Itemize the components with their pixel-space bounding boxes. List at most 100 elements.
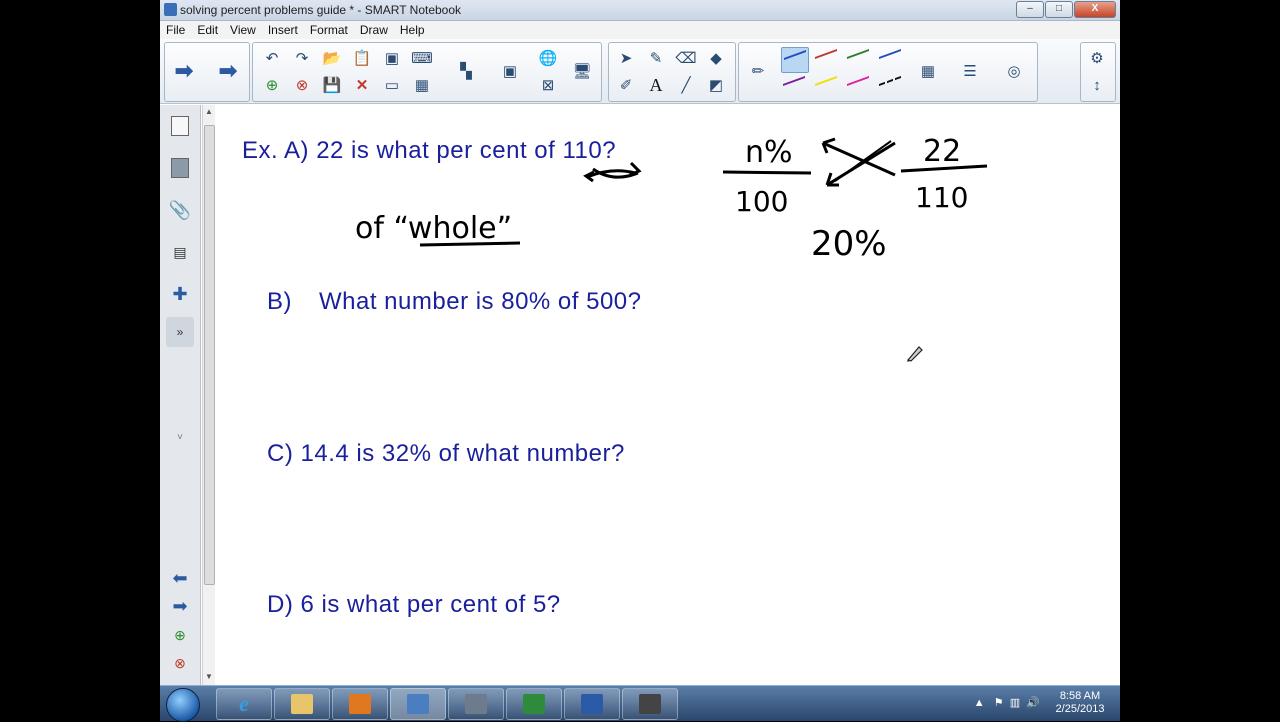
- pen-style-3[interactable]: [845, 47, 871, 71]
- app-icon: [164, 3, 177, 16]
- customize-toolbar-button[interactable]: ⚙: [1084, 46, 1110, 70]
- collapse-handle[interactable]: ˅: [166, 430, 194, 444]
- pen-style-1[interactable]: [781, 47, 809, 73]
- forward-button[interactable]: ➡: [215, 58, 241, 83]
- menu-file[interactable]: File: [160, 21, 191, 37]
- line-tool[interactable]: ╱: [673, 73, 699, 97]
- pen-cursor-icon: [906, 346, 923, 362]
- numerator-left: n%: [745, 135, 793, 170]
- properties-tab[interactable]: ▤: [166, 237, 194, 267]
- taskbar-notebook-tools[interactable]: [448, 688, 504, 720]
- menu-edit[interactable]: Edit: [191, 21, 224, 37]
- color-palette-button[interactable]: ▦: [915, 59, 941, 83]
- expand-sidebar-button[interactable]: »: [166, 317, 194, 347]
- add-page-side-icon: ⊕: [174, 626, 186, 643]
- gallery-tab[interactable]: [166, 153, 194, 183]
- table-icon: ▦: [414, 77, 430, 94]
- move-toolbar-button[interactable]: ↕: [1084, 73, 1110, 97]
- document-camera-button[interactable]: ▚: [453, 59, 479, 83]
- delete-page-button[interactable]: ⊗: [289, 73, 315, 97]
- pen-style-6[interactable]: [813, 74, 839, 98]
- redo-button[interactable]: ↷: [289, 46, 315, 70]
- keyboard-button[interactable]: ⌨: [409, 46, 435, 70]
- toolbar: ➡ ➡ ↶ ↷ 📂 📋 ▣ ⌨ ⊕ ⊗ 💾 ✕ ▭ ▦ ▚ ▣ 🌐 ⊠ 🖥 ➤ …: [160, 39, 1120, 104]
- menu-insert[interactable]: Insert: [262, 21, 304, 37]
- capture-toolbar-button[interactable]: ▣: [497, 59, 523, 83]
- window-controls: – □ X: [1015, 1, 1116, 18]
- action-center-icon[interactable]: ⚑: [994, 697, 1004, 709]
- menu-draw[interactable]: Draw: [354, 21, 394, 37]
- next-page-button[interactable]: ➡: [166, 595, 194, 617]
- fill-icon: ◩: [708, 77, 724, 94]
- close-button[interactable]: X: [1074, 1, 1116, 18]
- taskbar-smart-notebook[interactable]: [390, 688, 446, 720]
- screen-shade-button[interactable]: ▭: [379, 73, 405, 97]
- transparency-button[interactable]: ◎: [1001, 59, 1027, 83]
- table-button[interactable]: ▦: [409, 73, 435, 97]
- menu-view[interactable]: View: [224, 21, 262, 37]
- line-style-button[interactable]: ☰: [957, 59, 983, 83]
- shape-tool[interactable]: ◆: [703, 46, 729, 70]
- color-palette-icon: ▦: [920, 63, 936, 80]
- open-button[interactable]: 📂: [319, 46, 345, 70]
- camera-icon: [639, 694, 661, 714]
- notebook-page[interactable]: Ex. A) 22 is what per cent of 110? B) Wh…: [215, 105, 1120, 685]
- delete-page-side-button[interactable]: ⊗: [166, 651, 194, 675]
- smart-exchange-button[interactable]: 🌐: [535, 46, 561, 70]
- paste-button[interactable]: 📋: [349, 46, 375, 70]
- magic-pen-tool[interactable]: ✎: [643, 46, 669, 70]
- previous-page-button[interactable]: ⬅: [166, 567, 194, 589]
- pen-button[interactable]: ✏: [745, 59, 771, 83]
- undo-button[interactable]: ↶: [259, 46, 285, 70]
- fullscreen-button[interactable]: ⊠: [535, 73, 561, 97]
- redo-icon: ↷: [295, 50, 309, 67]
- volume-icon[interactable]: 🔊: [1026, 697, 1040, 709]
- clock[interactable]: 8:58 AM 2/25/2013: [1050, 690, 1110, 716]
- display-button[interactable]: 🖥: [569, 59, 595, 83]
- page-sorter-tab[interactable]: [166, 111, 194, 141]
- add-page-side-button[interactable]: ⊕: [166, 623, 194, 647]
- next-arrow-icon: ➡: [172, 595, 188, 616]
- text-tool[interactable]: A: [643, 73, 669, 97]
- taskbar-camera[interactable]: [622, 688, 678, 720]
- select-icon: ➤: [619, 50, 633, 67]
- menu-help[interactable]: Help: [394, 21, 431, 37]
- select-tool[interactable]: ➤: [613, 46, 639, 70]
- scroll-up-icon[interactable]: ▲: [204, 107, 214, 116]
- back-button[interactable]: ➡: [171, 58, 197, 83]
- attachments-tab[interactable]: 📎: [166, 195, 194, 225]
- pen-style-6-swatch: [815, 75, 837, 97]
- network-icon[interactable]: ▥: [1010, 697, 1020, 709]
- menu-format[interactable]: Format: [304, 21, 354, 37]
- pen-style-4[interactable]: [877, 47, 903, 71]
- scroll-down-icon[interactable]: ▼: [204, 672, 214, 681]
- add-page-button[interactable]: ⊕: [259, 73, 285, 97]
- eraser-tool[interactable]: ⌫: [673, 46, 699, 70]
- page-sorter-icon: [171, 116, 189, 136]
- taskbar-excel[interactable]: [506, 688, 562, 720]
- taskbar-word[interactable]: [564, 688, 620, 720]
- start-button[interactable]: [166, 688, 200, 722]
- pens-tool[interactable]: ✐: [613, 73, 639, 97]
- taskbar-explorer[interactable]: [274, 688, 330, 720]
- addons-tab[interactable]: ✚: [166, 279, 194, 309]
- maximize-button[interactable]: □: [1045, 1, 1073, 18]
- fill-tool[interactable]: ◩: [703, 73, 729, 97]
- media-player-icon: [349, 694, 371, 714]
- taskbar-ie[interactable]: e: [216, 688, 272, 720]
- taskbar-media-player[interactable]: [332, 688, 388, 720]
- pen-style-7[interactable]: [845, 74, 871, 98]
- pen-style-2[interactable]: [813, 47, 839, 71]
- save-button[interactable]: 💾: [319, 73, 345, 97]
- clock-time: 8:58 AM: [1059, 690, 1101, 702]
- delete-button[interactable]: ✕: [349, 73, 375, 97]
- capture-toolbar-icon: ▣: [502, 63, 518, 80]
- pens-icon: ✐: [619, 77, 633, 94]
- minimize-button[interactable]: –: [1016, 1, 1044, 18]
- scrollbar-thumb[interactable]: [204, 125, 215, 585]
- screen-capture-button[interactable]: ▣: [379, 46, 405, 70]
- sidebar-scrollbar[interactable]: ▲ ▼: [202, 105, 215, 685]
- pen-style-8[interactable]: [877, 74, 903, 98]
- pen-style-5[interactable]: [781, 74, 807, 98]
- show-hidden-icons-icon[interactable]: ▲: [974, 697, 985, 709]
